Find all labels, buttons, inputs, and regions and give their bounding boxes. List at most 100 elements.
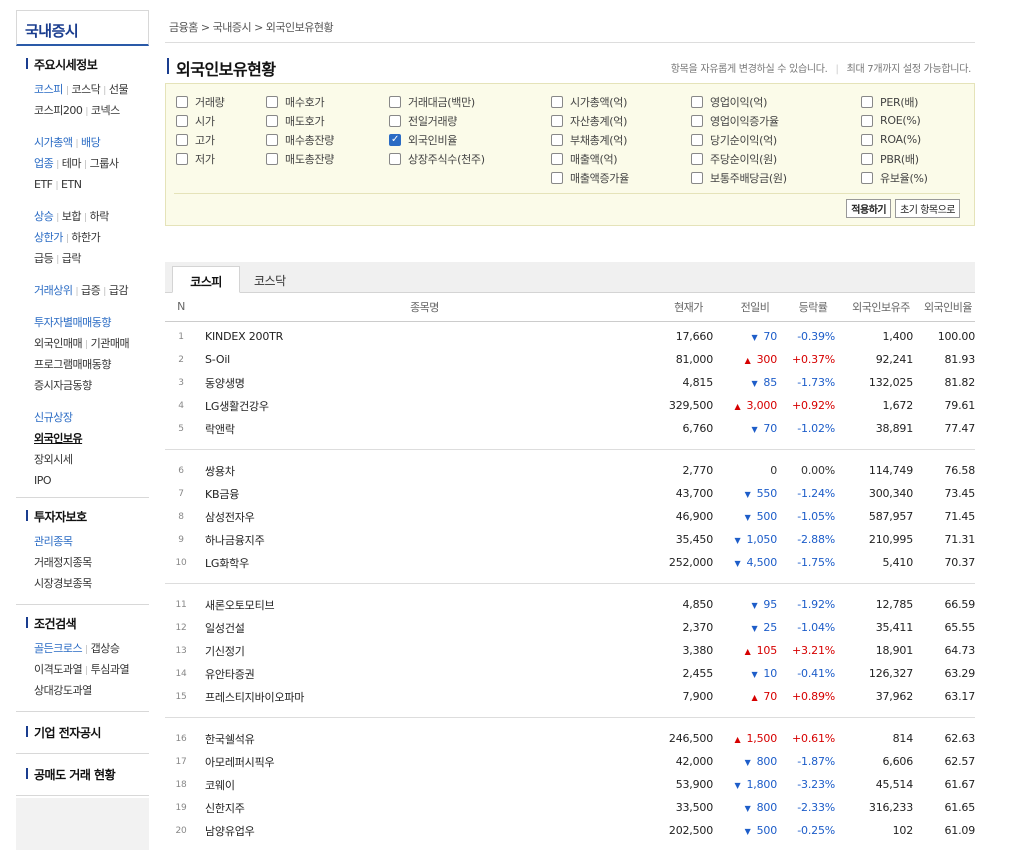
checkbox[interactable]	[551, 133, 563, 146]
option-item[interactable]: PBR(배)	[861, 149, 928, 168]
nav-steady[interactable]: 보합	[62, 210, 82, 223]
tab-kosdaq[interactable]: 코스닥	[240, 266, 300, 293]
nav-fall[interactable]: 하락	[90, 210, 110, 223]
breadcrumb-domestic[interactable]: 국내증시	[213, 21, 252, 34]
col-header-change[interactable]: 전일비	[725, 293, 785, 322]
option-item[interactable]: ROE(%)	[861, 111, 928, 130]
stock-name-link[interactable]: 프레스티지바이오파마	[197, 685, 652, 708]
checkbox[interactable]	[691, 133, 703, 146]
sidebar-title[interactable]: 국내증시	[16, 10, 149, 46]
checkbox[interactable]	[266, 114, 278, 127]
option-item[interactable]: 부채총계(억)	[551, 130, 629, 149]
checkbox[interactable]	[861, 152, 873, 165]
option-item[interactable]: 전일거래량	[389, 111, 485, 130]
col-header-price[interactable]: 현재가	[652, 293, 725, 322]
checkbox[interactable]	[266, 95, 278, 108]
section-title-short-selling[interactable]: 공매도 거래 현황	[26, 766, 149, 783]
nav-group[interactable]: 그룹사	[90, 157, 119, 170]
col-header-rate[interactable]: 등락률	[785, 293, 841, 322]
nav-rise[interactable]: 상승	[34, 210, 54, 223]
nav-plunge[interactable]: 급락	[62, 252, 82, 265]
option-item[interactable]: 매도총잔량	[266, 149, 334, 168]
stock-name-link[interactable]: 기신정기	[197, 639, 652, 662]
option-item[interactable]: 매출액(억)	[551, 149, 629, 168]
option-item[interactable]: 거래대금(백만)	[389, 92, 485, 111]
option-item[interactable]: 외국인비율	[389, 130, 485, 149]
nav-market-cap[interactable]: 시가총액	[34, 136, 73, 149]
nav-new-listing[interactable]: 신규상장	[34, 411, 73, 424]
option-item[interactable]: 저가	[176, 149, 224, 168]
checkbox[interactable]	[861, 114, 873, 127]
nav-kosdaq[interactable]: 코스닥	[71, 83, 100, 96]
option-item[interactable]: 유보율(%)	[861, 168, 928, 187]
nav-foreign-holding[interactable]: 외국인보유	[34, 432, 83, 445]
checkbox[interactable]	[551, 171, 563, 184]
stock-name-link[interactable]: KINDEX 200TR	[197, 325, 652, 348]
nav-institution-trade[interactable]: 기관매매	[91, 337, 130, 350]
stock-name-link[interactable]: 동양생명	[197, 371, 652, 394]
section-title-investor-protection[interactable]: 투자자보호	[26, 508, 149, 525]
stock-name-link[interactable]: KB금융	[197, 482, 652, 505]
section-title-condition-search[interactable]: 조건검색	[26, 615, 149, 632]
nav-warning-stocks[interactable]: 시장경보종목	[34, 577, 92, 590]
nav-rsi[interactable]: 상대강도과열	[34, 684, 92, 697]
checkbox[interactable]	[861, 171, 873, 184]
reset-options-button[interactable]: 초기 항목으로	[895, 199, 960, 218]
option-item[interactable]: ROA(%)	[861, 130, 928, 149]
nav-investor-trend[interactable]: 투자자별매매동향	[34, 316, 111, 329]
nav-dividend[interactable]: 배당	[81, 136, 101, 149]
checkbox[interactable]	[266, 133, 278, 146]
stock-name-link[interactable]: S-Oil	[197, 348, 652, 371]
checkbox-checked[interactable]	[389, 133, 401, 146]
checkbox[interactable]	[691, 152, 703, 165]
stock-name-link[interactable]: 유안타증권	[197, 662, 652, 685]
nav-off-hours[interactable]: 장외시세	[34, 453, 73, 466]
nav-futures[interactable]: 선물	[109, 83, 129, 96]
nav-etf[interactable]: ETF	[34, 178, 53, 191]
checkbox[interactable]	[691, 114, 703, 127]
nav-market-funds[interactable]: 증시자금동향	[34, 379, 92, 392]
checkbox[interactable]	[551, 152, 563, 165]
nav-disparity[interactable]: 이격도과열	[34, 663, 83, 676]
stock-name-link[interactable]: 새론오토모티브	[197, 593, 652, 616]
nav-kospi200[interactable]: 코스피200	[34, 104, 83, 117]
section-title-market-info[interactable]: 주요시세정보	[26, 56, 149, 73]
nav-gap-up[interactable]: 갭상승	[91, 642, 120, 655]
option-item[interactable]: 당기순이익(억)	[691, 130, 787, 149]
nav-theme[interactable]: 테마	[62, 157, 82, 170]
stock-name-link[interactable]: 남양유업우	[197, 819, 652, 842]
checkbox[interactable]	[389, 114, 401, 127]
stock-name-link[interactable]: 쌍용차	[197, 459, 652, 482]
checkbox[interactable]	[176, 152, 188, 165]
nav-program-trade[interactable]: 프로그램매매동향	[34, 358, 111, 371]
stock-name-link[interactable]: 삼성전자우	[197, 505, 652, 528]
stock-name-link[interactable]: 일성건설	[197, 616, 652, 639]
stock-name-link[interactable]: 한국쉘석유	[197, 727, 652, 750]
option-item[interactable]: PER(배)	[861, 92, 928, 111]
tab-kospi[interactable]: 코스피	[172, 266, 240, 293]
nav-volume-drop[interactable]: 급감	[109, 284, 129, 297]
option-item[interactable]: 시가총액(억)	[551, 92, 629, 111]
nav-ipo[interactable]: IPO	[34, 474, 52, 487]
option-item[interactable]: 매도호가	[266, 111, 334, 130]
nav-managed-stocks[interactable]: 관리종목	[34, 535, 73, 548]
checkbox[interactable]	[176, 95, 188, 108]
option-item[interactable]: 시가	[176, 111, 224, 130]
nav-halted-stocks[interactable]: 거래정지종목	[34, 556, 92, 569]
checkbox[interactable]	[551, 114, 563, 127]
col-header-foreign-ratio[interactable]: 외국인비율	[921, 293, 975, 322]
option-item[interactable]: 매수총잔량	[266, 130, 334, 149]
breadcrumb-home[interactable]: 금융홈	[169, 21, 198, 34]
option-item[interactable]: 영업이익증가율	[691, 111, 787, 130]
nav-golden-cross[interactable]: 골든크로스	[34, 642, 83, 655]
option-item[interactable]: 영업이익(억)	[691, 92, 787, 111]
stock-name-link[interactable]: 하나금융지주	[197, 528, 652, 551]
stock-name-link[interactable]: 신한지주	[197, 796, 652, 819]
nav-konex[interactable]: 코넥스	[91, 104, 120, 117]
nav-sector[interactable]: 업종	[34, 157, 54, 170]
section-title-disclosure[interactable]: 기업 전자공시	[26, 724, 149, 741]
checkbox[interactable]	[691, 95, 703, 108]
checkbox[interactable]	[691, 171, 703, 184]
stock-name-link[interactable]: 아모레퍼시픽우	[197, 750, 652, 773]
nav-foreign-trade[interactable]: 외국인매매	[34, 337, 83, 350]
